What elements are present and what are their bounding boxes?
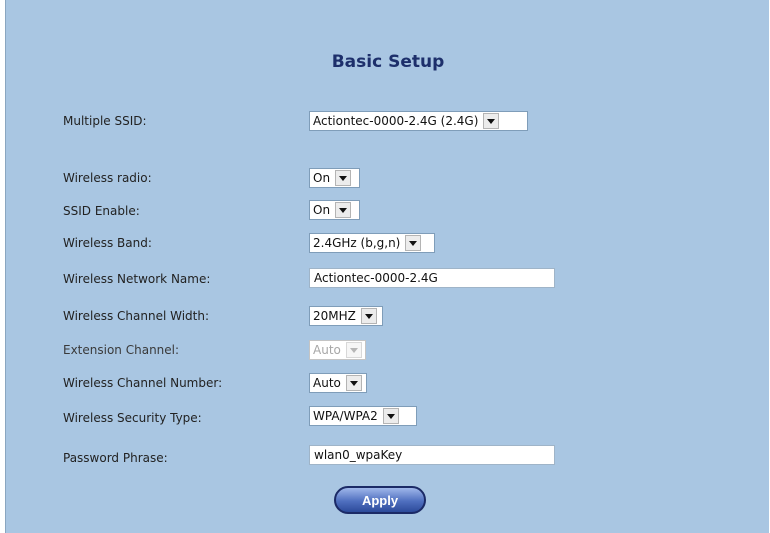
channel-number-label: Wireless Channel Number: bbox=[63, 376, 223, 390]
chevron-down-icon[interactable] bbox=[360, 308, 377, 324]
apply-button[interactable]: Apply bbox=[334, 486, 426, 514]
channel-number-value: Auto bbox=[313, 376, 341, 390]
channel-number-select[interactable]: Auto bbox=[309, 373, 367, 393]
wireless-band-select[interactable]: 2.4GHz (b,g,n) bbox=[309, 233, 435, 253]
chevron-down-icon[interactable] bbox=[335, 170, 352, 186]
multiple-ssid-value: Actiontec-0000-2.4G (2.4G) bbox=[313, 114, 479, 128]
password-phrase-label: Password Phrase: bbox=[63, 451, 168, 465]
chevron-down-icon[interactable] bbox=[335, 202, 352, 218]
network-name-label: Wireless Network Name: bbox=[63, 272, 211, 286]
security-type-select[interactable]: WPA/WPA2 bbox=[309, 406, 417, 426]
multiple-ssid-label: Multiple SSID: bbox=[63, 114, 147, 128]
ssid-enable-value: On bbox=[313, 203, 331, 217]
wireless-radio-value: On bbox=[313, 171, 331, 185]
security-type-value: WPA/WPA2 bbox=[313, 409, 378, 423]
settings-panel: Basic Setup Multiple SSID: Actiontec-000… bbox=[5, 0, 769, 533]
chevron-down-icon[interactable] bbox=[382, 408, 399, 424]
ssid-enable-select[interactable]: On bbox=[309, 200, 360, 220]
page-title: Basic Setup bbox=[331, 52, 445, 72]
channel-width-select[interactable]: 20MHZ bbox=[309, 306, 383, 326]
chevron-down-icon[interactable] bbox=[483, 113, 500, 129]
ssid-enable-label: SSID Enable: bbox=[63, 204, 140, 218]
chevron-down-icon[interactable] bbox=[405, 235, 422, 251]
wireless-band-label: Wireless Band: bbox=[63, 236, 152, 250]
chevron-down-icon bbox=[345, 342, 362, 358]
extension-channel-label: Extension Channel: bbox=[63, 343, 180, 357]
wireless-band-value: 2.4GHz (b,g,n) bbox=[313, 236, 401, 250]
security-type-label: Wireless Security Type: bbox=[63, 411, 202, 425]
network-name-input[interactable]: Actiontec-0000-2.4G bbox=[309, 268, 555, 288]
wireless-radio-label: Wireless radio: bbox=[63, 171, 152, 185]
channel-width-value: 20MHZ bbox=[313, 309, 356, 323]
chevron-down-icon[interactable] bbox=[345, 375, 362, 391]
wireless-radio-select[interactable]: On bbox=[309, 168, 360, 188]
extension-channel-select: Auto bbox=[309, 340, 366, 360]
channel-width-label: Wireless Channel Width: bbox=[63, 309, 210, 323]
password-phrase-input[interactable]: wlan0_wpaKey bbox=[309, 445, 555, 465]
extension-channel-value: Auto bbox=[313, 343, 341, 357]
multiple-ssid-select[interactable]: Actiontec-0000-2.4G (2.4G) bbox=[309, 111, 528, 131]
